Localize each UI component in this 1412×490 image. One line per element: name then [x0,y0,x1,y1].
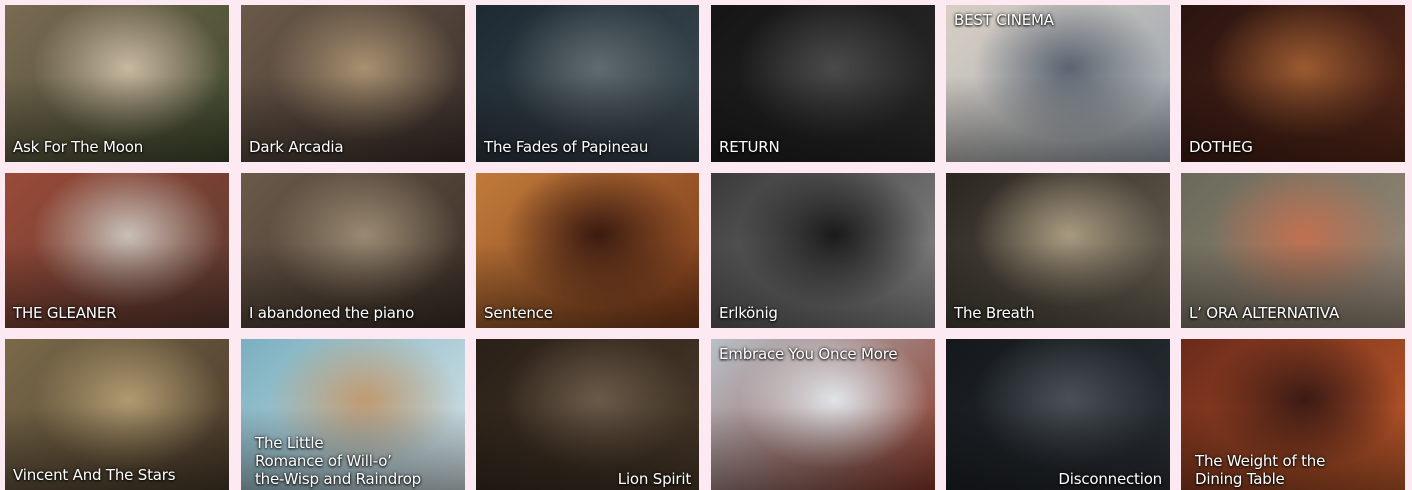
film-title: Lion Spirit [617,470,691,488]
film-title: I abandoned the piano [249,304,415,322]
film-tile[interactable]: I abandoned the piano [241,173,465,328]
film-title: The Little Romance of Will-o’ the-Wisp a… [255,434,422,488]
film-title: L’ ORA ALTERNATIVA [1189,304,1340,322]
film-tile[interactable]: L’ ORA ALTERNATIVA [1181,173,1405,328]
film-title: Erlkönig [719,304,778,322]
film-tile[interactable]: Embrace You Once More [711,339,935,490]
film-tile[interactable]: The Breath [946,173,1170,328]
film-title: BEST CINEMA [954,11,1054,29]
film-title: Embrace You Once More [719,345,898,363]
film-grid: Ask For The Moon Dark Arcadia The Fades of… [0,0,1412,490]
film-tile[interactable]: Disconnection [946,339,1170,490]
film-tile[interactable]: Lion Spirit [476,339,699,490]
film-tile[interactable]: Sentence [476,173,699,328]
film-tile[interactable]: Dark Arcadia [241,5,465,162]
film-tile[interactable]: Ask For The Moon [5,5,229,162]
caption-shade [946,75,1170,162]
film-tile[interactable]: BEST CINEMA [946,5,1170,162]
film-title: RETURN [719,138,780,156]
film-tile[interactable]: THE GLEANER [5,173,229,328]
film-tile[interactable]: RETURN [711,5,935,162]
caption-shade [711,406,935,490]
film-title: Ask For The Moon [13,138,144,156]
film-tile[interactable]: The Weight of the Dining Table [1181,339,1405,490]
film-title: The Breath [954,304,1035,322]
film-tile[interactable]: The Fades of Papineau [476,5,699,162]
film-title: Dark Arcadia [249,138,344,156]
film-title: Disconnection [1058,470,1162,488]
film-title: The Weight of the Dining Table [1195,452,1326,488]
film-tile[interactable]: Vincent And The Stars [5,339,229,490]
film-title: Vincent And The Stars [13,466,176,484]
film-title: DOTHEG [1189,138,1253,156]
film-tile[interactable]: The Little Romance of Will-o’ the-Wisp a… [241,339,465,490]
film-title: THE GLEANER [13,304,117,322]
film-title: The Fades of Papineau [484,138,649,156]
film-tile[interactable]: Erlkönig [711,173,935,328]
film-tile[interactable]: DOTHEG [1181,5,1405,162]
film-title: Sentence [484,304,553,322]
